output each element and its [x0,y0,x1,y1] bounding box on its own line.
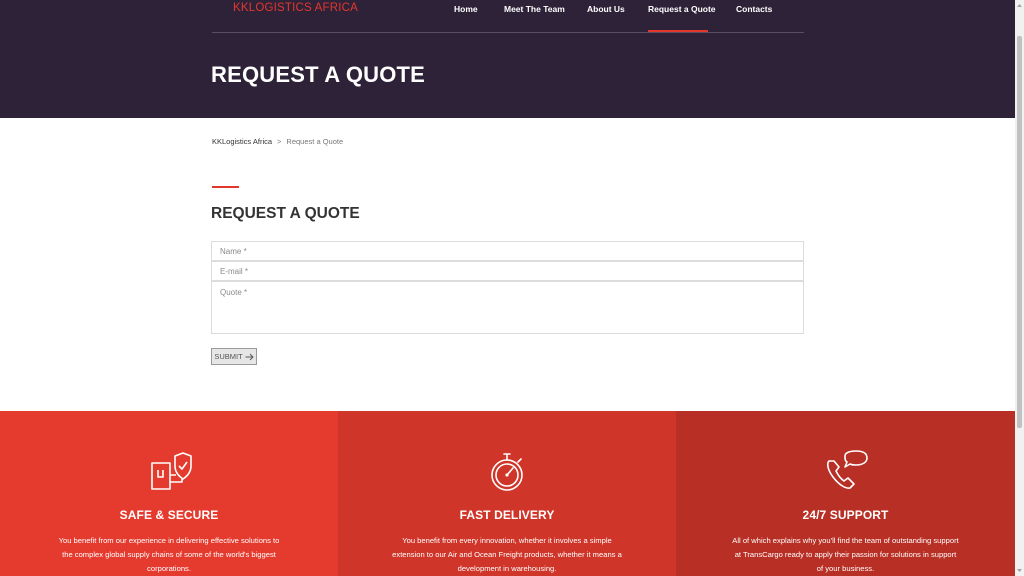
stopwatch-icon [491,453,523,491]
email-field[interactable] [211,261,804,281]
feature-text: You benefit from our experience in deliv… [58,536,280,573]
submit-button[interactable]: SUBMIT [211,348,257,365]
breadcrumb-home-link[interactable]: KKLogistics Africa [212,137,272,146]
form-title: REQUEST A QUOTE [211,205,360,222]
page-title: REQUEST A QUOTE [211,62,426,87]
arrow-right-icon [245,353,254,360]
breadcrumb-current: Request a Quote [286,137,344,146]
feature-fast-delivery: FAST DELIVERY You benefit from every inn… [338,411,676,576]
quote-field[interactable] [211,281,804,334]
nav-item-contacts[interactable]: Contacts [736,4,772,14]
feature-title: SAFE & SECURE [119,508,219,522]
feature-title: FAST DELIVERY [459,508,555,522]
breadcrumb-separator: > [277,137,282,146]
feature-support: 24/7 SUPPORT All of which explains why y… [676,411,1015,576]
feature-safe-secure: SAFE & SECURE You benefit from our exper… [0,411,338,576]
page-header: KKLOGISTICS AFRICA Home Meet The Team Ab… [0,0,1015,118]
nav-item-request-a-quote[interactable]: Request a Quote [648,4,716,14]
page-scrollbar[interactable] [1015,0,1024,576]
name-field[interactable] [211,241,804,261]
scroll-down-icon[interactable] [1017,568,1022,573]
secure-box-icon [151,452,192,490]
nav-item-meet-the-team[interactable]: Meet The Team [504,4,565,14]
feature-text: You benefit from every innovation, wheth… [392,536,622,573]
feature-title: 24/7 SUPPORT [802,508,889,522]
brand-logo[interactable]: KKLOGISTICS AFRICA [233,2,358,14]
breadcrumb: KKLogistics Africa > Request a Quote [212,137,343,146]
scroll-up-icon[interactable] [1017,3,1022,8]
nav-item-home[interactable]: Home [454,4,478,14]
submit-label: SUBMIT [214,352,243,361]
phone-support-icon [826,450,868,489]
nav-divider [212,32,804,33]
nav-item-about-us[interactable]: About Us [587,4,625,14]
section-accent-line [212,186,239,188]
scrollbar-thumb[interactable] [1017,36,1022,428]
feature-text: All of which explains why you'll find th… [732,536,959,573]
